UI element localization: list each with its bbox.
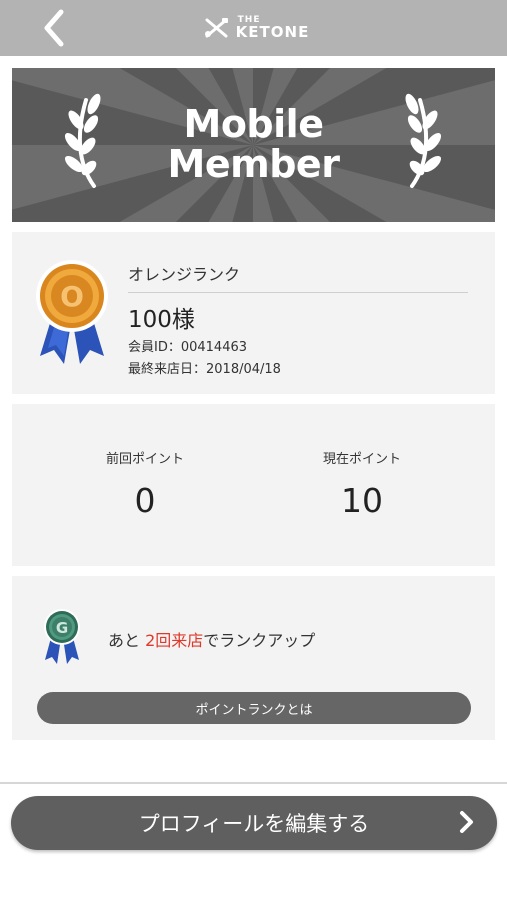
hero-title-line1: Mobile [183,102,324,146]
app-header: THE KETONE [0,0,507,56]
rank-up-message: あと 2回来店でランクアップ [108,627,315,651]
rank-up-prefix: あと [108,631,141,650]
edit-profile-label: プロフィールを編集する [138,812,370,836]
previous-points: 前回ポイント 0 [45,448,245,520]
back-button[interactable] [36,6,72,50]
hero-title-line2: Member [167,142,340,186]
current-points: 現在ポイント 10 [262,448,462,520]
last-visit-date: 最終来店日：2018/04/18 [128,362,281,377]
point-rank-info-button[interactable]: ポイントランクとは [37,692,471,724]
medal-letter: G [56,619,68,637]
orange-rank-medal-icon: O [36,260,108,364]
chevron-right-icon [460,811,473,833]
rank-name: オレンジランク [128,265,241,284]
member-name: 100様 [128,307,195,333]
previous-points-label: 前回ポイント [105,452,184,467]
current-points-value: 10 [341,481,383,520]
medal-letter: O [60,280,84,313]
rank-up-highlight: 2回来店 [145,631,204,650]
green-rank-medal-icon: G [44,609,80,664]
point-rank-info-label: ポイントランクとは [195,702,313,718]
member-id: 会員ID：00414463 [128,340,248,355]
fork-knife-icon [204,18,228,38]
rank-up-suffix: でランクアップ [203,631,316,650]
hero-banner: Mobile Member [12,68,495,222]
rank-up-card: G あと 2回来店でランクアップ ポイントランクとは [12,576,495,740]
logo-brand-text: KETONE [235,23,310,41]
edit-profile-button[interactable]: プロフィールを編集する [11,796,497,850]
chevron-left-icon [44,9,64,47]
points-card: 前回ポイント 0 現在ポイント 10 [12,404,495,566]
hero-title: Mobile Member [12,104,495,184]
app-logo: THE KETONE [204,16,310,40]
member-info-card: O オレンジランク 100様 会員ID：00414463 最終来店日：2018/… [12,232,495,394]
previous-points-value: 0 [134,481,156,520]
current-points-label: 現在ポイント [322,452,401,467]
divider [128,292,468,293]
divider [0,782,507,784]
